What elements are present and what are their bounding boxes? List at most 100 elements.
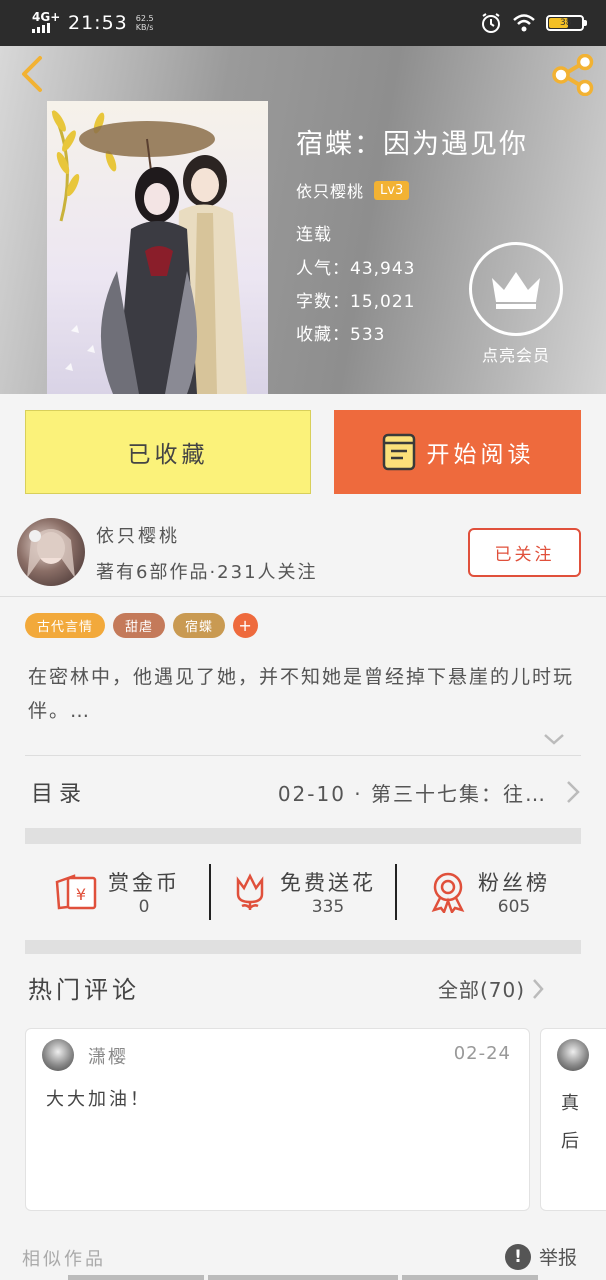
book-status: 连载	[296, 225, 332, 245]
exclamation-icon: !	[505, 1243, 531, 1270]
synopsis: 在密林中，他遇见了她，并不知她是曾经掉下悬崖的儿时玩伴。…	[28, 666, 575, 722]
scroll-hint	[402, 1275, 538, 1280]
fan-ranking-text: 粉丝榜 605	[478, 867, 550, 917]
tag-item[interactable]: 甜虐	[113, 613, 166, 638]
status-bar: 4G+ 21:53 62.5 KB/s 38	[0, 0, 606, 46]
tag-item[interactable]: 宿蝶	[173, 613, 226, 638]
book-header: 宿蝶：因为遇见你 依只樱桃 Lv3 连载 人气：43,943 字数：15,021…	[0, 46, 606, 394]
word-count-label: 字数：	[296, 292, 350, 312]
author-stats: 著有6部作品·231人关注	[96, 562, 318, 583]
commenter-avatar[interactable]	[557, 1039, 589, 1071]
free-flowers-text: 免费送花 335	[280, 867, 376, 917]
comment-date: 02-24	[453, 1043, 511, 1064]
collected-button[interactable]: 已收藏	[25, 410, 311, 494]
follow-label: 已关注	[494, 545, 555, 565]
toc-label: 目录	[31, 782, 88, 807]
similar-works-title: 相似作品	[22, 1249, 106, 1270]
wifi-icon	[513, 14, 535, 32]
word-count-stat: 字数：15,021	[296, 287, 415, 312]
speed-value: 62.5	[135, 14, 154, 23]
fan-ranking-button[interactable]: 粉丝榜 605	[397, 852, 581, 932]
battery-level: 38	[560, 18, 572, 28]
commenter-avatar[interactable]	[42, 1039, 74, 1071]
stat-value: 605	[497, 897, 531, 917]
report-button[interactable]: ! 举报	[505, 1243, 577, 1270]
award-medal-icon	[431, 872, 465, 913]
network-type: 4G+	[32, 10, 61, 24]
level-badge: Lv3	[374, 180, 410, 200]
start-reading-label: 开始阅读	[426, 442, 535, 468]
svg-text:¥: ¥	[76, 885, 86, 904]
latest-chapter: 02-10 · 第三十七集：往…	[277, 781, 547, 806]
crown-icon	[492, 272, 540, 309]
chevron-right-icon	[533, 978, 544, 999]
vip-label: 点亮会员	[481, 346, 550, 365]
red-envelope-icon: ¥	[55, 874, 97, 910]
alarm-icon	[482, 13, 500, 33]
scroll-hint	[68, 1275, 204, 1280]
battery-icon: 38	[546, 15, 587, 31]
favorites-label: 收藏：	[296, 325, 350, 345]
hot-comments-title: 热门评论	[28, 976, 140, 1004]
favorites-stat: 收藏：533	[296, 320, 385, 345]
author-avatar[interactable]	[17, 518, 85, 586]
comment-text: 真 后	[561, 1093, 582, 1152]
all-comments-link[interactable]: 全部(70)	[438, 974, 545, 1003]
section-separator	[25, 940, 581, 954]
book-icon	[382, 433, 415, 471]
reward-coins-text: 赏金币 0	[108, 867, 180, 917]
scroll-hint	[208, 1275, 398, 1280]
stat-label: 免费送花	[280, 871, 376, 895]
cover-illustration	[51, 110, 247, 394]
chevron-down-icon	[544, 734, 564, 745]
follow-button[interactable]: 已关注	[468, 528, 581, 577]
vip-membership-button[interactable]: 点亮会员	[468, 242, 564, 368]
free-flowers-button[interactable]: 免费送花 335	[211, 852, 395, 932]
stat-value: 335	[311, 897, 345, 917]
chevron-right-icon	[567, 781, 580, 803]
book-cover-image	[47, 101, 268, 394]
network-indicator: 4G+	[32, 11, 60, 35]
divider	[25, 755, 581, 756]
flower-icon	[236, 873, 264, 910]
popularity-label: 人气：	[296, 259, 350, 279]
share-icon	[552, 53, 594, 97]
comment-card[interactable]: 潇樱 02-24 大大加油！	[25, 1028, 530, 1211]
signal-icon	[32, 23, 50, 33]
expand-button[interactable]	[542, 730, 566, 748]
vip-circle	[469, 242, 563, 336]
commenter-name: 潇樱	[88, 1047, 128, 1068]
header-author-row: 依只樱桃 Lv3	[296, 178, 410, 202]
stat-label: 赏金币	[108, 871, 180, 895]
table-of-contents-row[interactable]: 目录 02-10 · 第三十七集：往…	[25, 760, 581, 824]
all-comments-label: 全部(70)	[438, 978, 526, 1002]
collected-label: 已收藏	[127, 442, 209, 468]
reward-stats-row: ¥ 赏金币 0 免费送花 335 粉丝榜 605	[25, 852, 581, 932]
start-reading-button[interactable]: 开始阅读	[334, 410, 581, 494]
header-author-name[interactable]: 依只樱桃	[296, 178, 364, 202]
status-icons: 38	[480, 12, 587, 34]
chevron-left-icon	[22, 56, 42, 92]
back-button[interactable]	[14, 54, 50, 94]
author-name[interactable]: 依只樱桃	[96, 522, 180, 548]
reward-coins-button[interactable]: ¥ 赏金币 0	[25, 852, 209, 932]
speed-unit: KB/s	[135, 23, 154, 32]
section-separator	[25, 828, 581, 844]
network-speed: 62.5 KB/s	[136, 14, 154, 32]
clock: 21:53	[68, 12, 128, 34]
book-title: 宿蝶：因为遇见你	[296, 129, 528, 160]
add-tag-button[interactable]: +	[233, 613, 259, 638]
report-label: 举报	[539, 1247, 578, 1269]
book-detail-page: 4G+ 21:53 62.5 KB/s 38 宿蝶：因为遇见你 依只樱桃 Lv3…	[0, 0, 606, 1280]
avatar-image	[27, 529, 75, 578]
comment-card[interactable]: 真 后	[540, 1028, 606, 1211]
stat-value: 0	[138, 897, 150, 917]
popularity-value: 43,943	[350, 259, 416, 279]
word-count-value: 15,021	[350, 292, 416, 312]
share-button[interactable]	[550, 53, 596, 97]
tag-item[interactable]: 古代言情	[25, 613, 106, 638]
popularity-stat: 人气：43,943	[296, 254, 415, 279]
stat-label: 粉丝榜	[478, 871, 550, 895]
divider	[0, 596, 606, 597]
comment-text: 大大加油！	[46, 1089, 151, 1110]
